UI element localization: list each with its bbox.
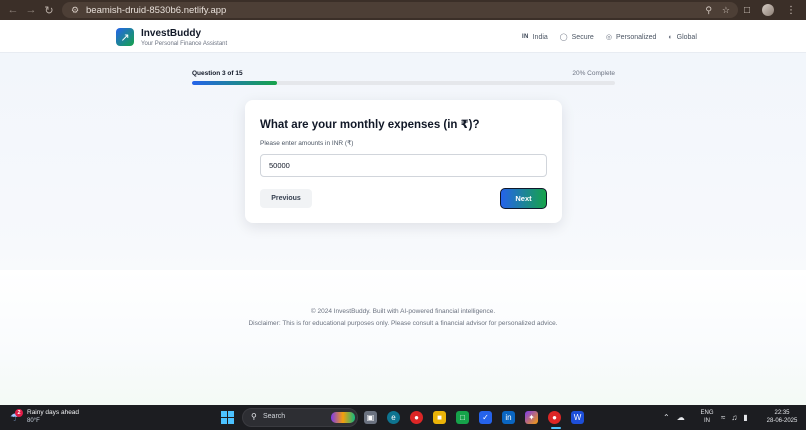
weather-badge: 2 bbox=[15, 409, 23, 417]
forward-button[interactable]: → bbox=[22, 1, 40, 19]
feature-secure: ◯ Secure bbox=[559, 33, 594, 42]
language-indicator[interactable]: ENG IN bbox=[697, 409, 717, 425]
clock-time: 22:35 bbox=[774, 410, 790, 416]
feature-label: Personalized bbox=[615, 33, 657, 41]
volume-icon[interactable]: ♫ bbox=[731, 413, 737, 422]
task-view-icon[interactable]: ▣ bbox=[364, 411, 377, 424]
wifi-icon[interactable]: ≈ bbox=[721, 413, 725, 422]
globe-icon: ◐ bbox=[668, 33, 673, 41]
brand-name[interactable]: InvestBuddy bbox=[141, 28, 201, 39]
feature-label: Global bbox=[676, 33, 697, 41]
search-label: Search bbox=[263, 413, 286, 420]
system-tray: ⌃ ☁ bbox=[663, 405, 685, 430]
clock-date: 28-06-2025 bbox=[766, 418, 798, 424]
progress-bar-fill bbox=[192, 81, 277, 85]
taskbar-search[interactable]: ⚲ Search bbox=[242, 408, 358, 427]
back-button[interactable]: ← bbox=[4, 1, 22, 19]
weather-title: Rainy days ahead bbox=[27, 409, 80, 416]
language-code: ENG bbox=[700, 410, 714, 416]
browser-toolbar: ← → ↻ ⚙ beamish-druid-8530b6.netlify.app… bbox=[0, 0, 806, 20]
store-icon[interactable]: □ bbox=[456, 411, 469, 424]
question-title: What are your monthly expenses (in ₹)? bbox=[260, 119, 480, 131]
question-card: What are your monthly expenses (in ₹)? P… bbox=[245, 100, 562, 223]
previous-button[interactable]: Previous bbox=[260, 189, 312, 208]
clock[interactable]: 22:35 28-06-2025 bbox=[760, 409, 804, 425]
chrome-icon[interactable]: ● bbox=[410, 411, 423, 424]
feature-global: ◐ Global bbox=[668, 33, 696, 41]
header-features: IN India ◯ Secure ◎ Personalized ◐ Globa… bbox=[522, 33, 697, 42]
shield-icon: ◯ bbox=[559, 34, 568, 41]
linkedin-icon[interactable]: in bbox=[502, 411, 515, 424]
flag-icon: IN bbox=[522, 34, 529, 40]
battery-icon[interactable]: ▮ bbox=[743, 413, 747, 422]
next-button[interactable]: Next bbox=[500, 188, 547, 209]
url-text: beamish-druid-8530b6.netlify.app bbox=[86, 4, 227, 16]
chevron-up-icon[interactable]: ⌃ bbox=[663, 413, 670, 422]
footer-copyright: © 2024 InvestBuddy. Built with AI-powere… bbox=[310, 308, 496, 315]
feature-label: Secure bbox=[571, 33, 594, 41]
chrome-profile-icon[interactable]: ● bbox=[548, 411, 561, 424]
progress-percent: 20% Complete bbox=[572, 70, 615, 77]
file-explorer-icon[interactable]: ■ bbox=[433, 411, 446, 424]
weather-widget[interactable]: ☂ 2 Rainy days ahead 80°F bbox=[10, 409, 90, 427]
progress-bar bbox=[192, 81, 615, 85]
weather-temp: 80°F bbox=[27, 418, 40, 424]
edge-icon[interactable]: e bbox=[387, 411, 400, 424]
footer-disclaimer: Disclaimer: This is for educational purp… bbox=[248, 320, 558, 327]
expenses-input[interactable] bbox=[260, 154, 547, 177]
target-icon: ◎ bbox=[605, 34, 612, 41]
weather-tray-icon[interactable]: ☁ bbox=[677, 413, 685, 422]
system-tray-status: ≈ ♫ ▮ bbox=[721, 405, 748, 430]
copilot-icon[interactable]: ✦ bbox=[525, 411, 538, 424]
footer bbox=[0, 270, 806, 405]
reload-button[interactable]: ↻ bbox=[40, 1, 58, 19]
feature-personalized: ◎ Personalized bbox=[605, 33, 657, 42]
search-icon: ⚲ bbox=[251, 412, 257, 421]
word-icon[interactable]: W bbox=[571, 411, 584, 424]
browser-menu-icon[interactable]: ⋮ bbox=[786, 5, 796, 16]
site-header: ↗ InvestBuddy Your Personal Finance Assi… bbox=[0, 20, 806, 53]
trending-up-icon[interactable]: ↗ bbox=[116, 28, 134, 46]
profile-avatar[interactable] bbox=[762, 4, 774, 16]
windows-taskbar: ☂ 2 Rainy days ahead 80°F ⚲ Search ▣ e ●… bbox=[0, 405, 806, 430]
region-code: IN bbox=[704, 418, 710, 424]
feature-label: India bbox=[532, 33, 548, 41]
zoom-icon[interactable]: ⚲ bbox=[705, 5, 712, 16]
question-counter: Question 3 of 15 bbox=[192, 70, 243, 77]
bookmark-star-icon[interactable]: ☆ bbox=[722, 5, 730, 16]
search-highlight-icon bbox=[331, 412, 355, 423]
site-info-icon[interactable]: ⚙ bbox=[68, 5, 82, 16]
address-bar[interactable]: ⚙ beamish-druid-8530b6.netlify.app ⚲ ☆ bbox=[62, 2, 738, 18]
windows-start-icon[interactable] bbox=[221, 411, 234, 424]
active-app-indicator bbox=[551, 427, 561, 429]
extensions-icon[interactable]: □ bbox=[744, 5, 750, 16]
feature-india: IN India bbox=[522, 33, 548, 41]
brand-tagline: Your Personal Finance Assistant bbox=[141, 41, 228, 47]
input-hint: Please enter amounts in INR (₹) bbox=[260, 140, 354, 147]
todo-icon[interactable]: ✓ bbox=[479, 411, 492, 424]
page: ↗ InvestBuddy Your Personal Finance Assi… bbox=[0, 20, 806, 405]
